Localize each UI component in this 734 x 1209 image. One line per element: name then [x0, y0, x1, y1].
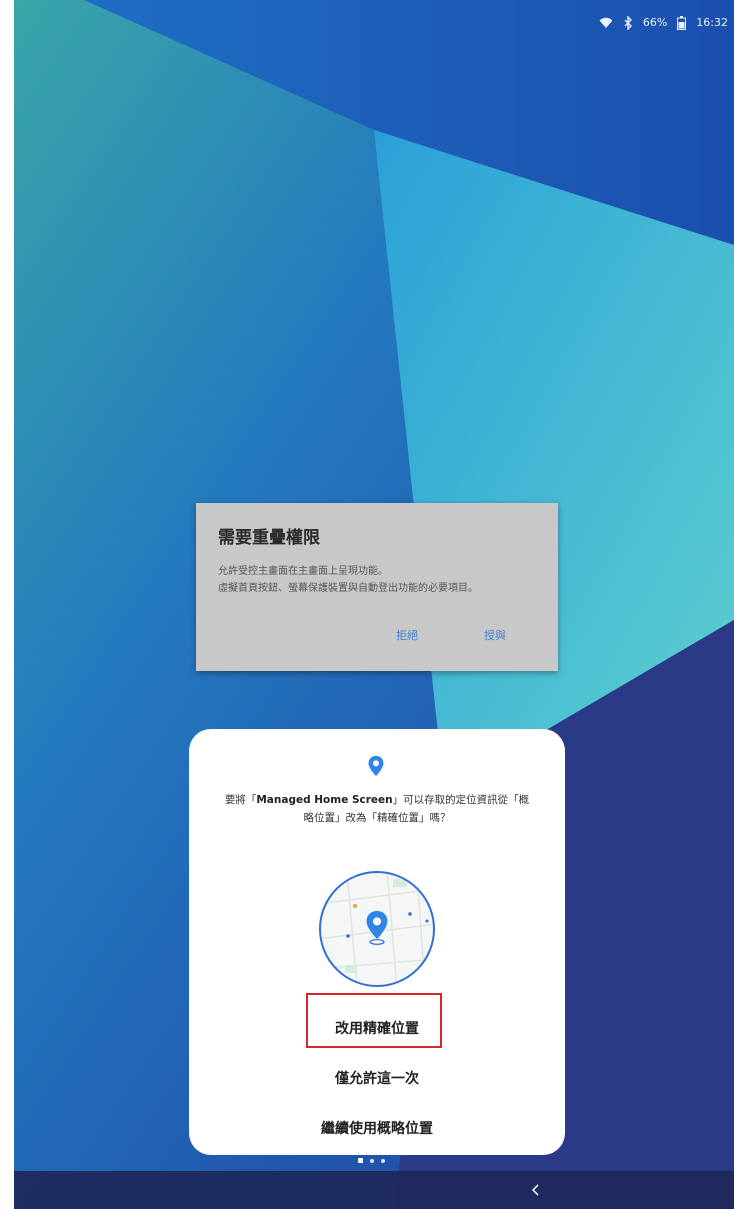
page-dot-active [358, 1158, 363, 1163]
page-dot [370, 1158, 374, 1163]
precise-location-map-illustration [319, 871, 435, 987]
bluetooth-icon [624, 16, 632, 30]
question-suffix: 」可以存取的定位資訊從「概 [392, 794, 530, 806]
overlay-permission-dialog: 需要重疊權限 允許受控主畫面在主畫面上呈現功能。 虛擬首頁按鈕、螢幕保護裝置與自… [196, 503, 558, 671]
deny-button[interactable]: 拒絕 [396, 627, 418, 643]
back-chevron-icon[interactable] [528, 1182, 544, 1198]
status-time: 16:32 [696, 16, 728, 29]
allow-once-button[interactable]: 僅允許這一次 [189, 1068, 565, 1088]
location-permission-dialog: 要將「Managed Home Screen」可以存取的定位資訊從「概 略位置」… [189, 729, 565, 1155]
permission-question: 要將「Managed Home Screen」可以存取的定位資訊從「概 略位置」… [199, 791, 555, 827]
grant-button[interactable]: 授與 [484, 627, 506, 643]
battery-percent: 66% [642, 16, 668, 29]
dialog-title: 需要重疊權限 [218, 528, 320, 548]
question-line-2: 略位置」改為「精確位置」嗎？ [303, 812, 451, 824]
app-name: Managed Home Screen [256, 794, 393, 806]
location-pin-icon [368, 756, 384, 776]
dialog-body-line-2: 虛擬首頁按鈕、螢幕保護裝置與自動登出功能的必要項目。 [218, 583, 478, 594]
question-prefix: 要將「 [224, 794, 257, 806]
status-bar: 66% 16:32 [14, 0, 734, 40]
dialog-body-line-1: 允許受控主畫面在主畫面上呈現功能。 [218, 566, 388, 577]
wifi-icon [599, 17, 613, 28]
device-screen: 66% 16:32 需要重疊權限 允許受控主畫面在主畫面上呈現功能。 虛擬首頁按… [14, 0, 734, 1209]
keep-approximate-location-button[interactable]: 繼續使用概略位置 [189, 1118, 565, 1138]
precise-choice-highlight: 改用精確位置 [306, 993, 442, 1048]
page-indicator [358, 1158, 385, 1163]
navigation-bar [14, 1171, 734, 1209]
dialog-body: 允許受控主畫面在主畫面上呈現功能。 虛擬首頁按鈕、螢幕保護裝置與自動登出功能的必… [218, 563, 548, 597]
page-dot [381, 1158, 385, 1163]
battery-icon [677, 16, 687, 30]
use-precise-location-button[interactable]: 改用精確位置 [189, 1018, 565, 1038]
